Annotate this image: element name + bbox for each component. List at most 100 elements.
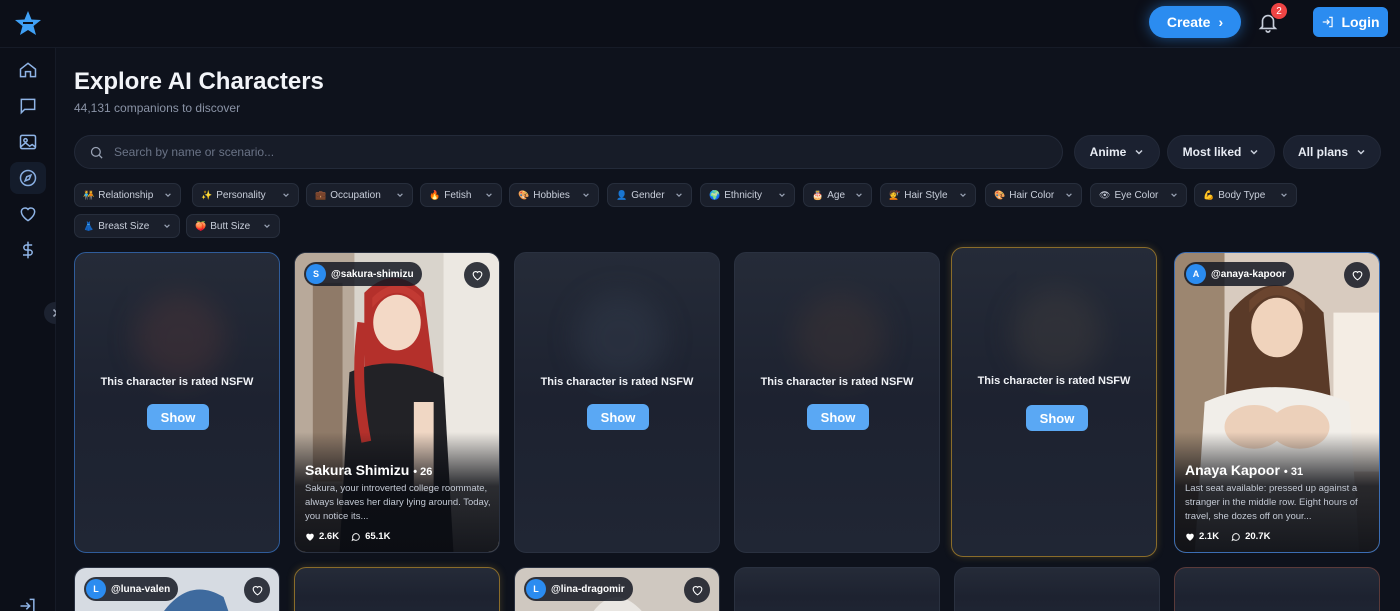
filter-chip-relationship[interactable]: 🧑‍🤝‍🧑 Relationship [74,183,181,207]
page-subtitle: 44,131 companions to discover [74,101,241,115]
filter-chip-label: Personality [216,189,266,201]
character-card-sakura-shimizu[interactable]: S @sakura-shimizu Sakura Shimizu • 26 Sak… [294,252,500,553]
likes-count: 2.6K [319,531,340,542]
filter-emoji-icon: 💼 [315,189,327,200]
page-title: Explore AI Characters [74,68,324,95]
character-card-nsfw[interactable] [294,567,500,611]
filter-chip-eye-color[interactable]: 👁 Eye Color [1090,183,1187,207]
character-card-nsfw[interactable]: This character is rated NSFW Show [74,252,280,553]
creator-handle[interactable]: S @sakura-shimizu [304,262,422,286]
show-nsfw-button[interactable]: Show [147,404,209,430]
character-name-text: Anaya Kapoor [1185,462,1280,478]
chevron-down-icon [779,193,785,198]
login-button[interactable]: Login [1313,7,1388,37]
create-button[interactable]: Create › [1149,6,1241,38]
filter-chip-hair-color[interactable]: 🎨 Hair Color [985,183,1082,207]
chevron-down-icon [583,193,589,198]
show-nsfw-button[interactable]: Show [587,404,649,430]
chevron-down-icon [264,224,270,229]
favorite-button[interactable] [1344,262,1370,288]
chevron-down-icon [1135,149,1143,155]
filter-chip-label: Hair Style [904,189,948,201]
character-card-nsfw[interactable]: This character is rated NSFW Show [514,252,720,553]
character-card-nsfw[interactable] [954,567,1160,611]
chevron-down-icon [486,193,492,198]
plan-dropdown[interactable]: All plans [1283,135,1381,169]
show-nsfw-button[interactable]: Show [807,404,869,430]
character-age: • 26 [413,466,433,478]
heart-icon[interactable] [18,204,38,224]
filter-chip-butt-size[interactable]: 🍑 Butt Size [186,214,280,238]
filter-chip-hobbies[interactable]: 🎨 Hobbies [509,183,599,207]
filter-emoji-icon: 🎨 [994,189,1006,200]
filter-emoji-icon: 🌍 [709,189,721,200]
chevron-down-icon [164,224,170,229]
character-name-text: Sakura Shimizu [305,462,410,478]
character-card-nsfw[interactable]: This character is rated NSFW Show [734,252,940,553]
character-card-nsfw[interactable] [734,567,940,611]
character-description: Last seat available: pressed up against … [1185,483,1358,522]
filter-chip-occupation[interactable]: 💼 Occupation [306,183,413,207]
heart-icon [692,585,702,595]
character-stats: 2.1K 20.7K [1185,531,1270,542]
search-bar[interactable] [74,135,1063,169]
home-icon[interactable] [18,60,38,80]
filter-chip-label: Occupation [330,189,381,201]
filter-chip-breast-size[interactable]: 👗 Breast Size [74,214,180,238]
chat-icon[interactable] [18,96,38,116]
filter-chip-fetish[interactable]: 🔥 Fetish [420,183,502,207]
filter-chip-age[interactable]: 🎂 Age [803,183,872,207]
character-name: Sakura Shimizu • 26 [305,462,432,478]
creator-handle[interactable]: L @lina-dragomir [524,577,633,601]
filter-chip-body-type[interactable]: 💪 Body Type [1194,183,1297,207]
character-card-nsfw[interactable] [1174,567,1380,611]
notification-badge: 2 [1271,3,1287,19]
creator-handle[interactable]: L @luna-valen [84,577,179,601]
filter-chip-hair-style[interactable]: 💇 Hair Style [880,183,976,207]
nsfw-notice: This character is rated NSFW [760,376,914,388]
dollar-icon[interactable] [18,240,38,260]
favorite-button[interactable] [684,577,710,603]
show-nsfw-button[interactable]: Show [1026,405,1088,431]
character-card-nsfw[interactable]: This character is rated NSFW Show [951,247,1157,557]
chats-stat: 65.1K [351,531,390,542]
nsfw-notice: This character is rated NSFW [100,376,254,388]
heart-icon [1352,270,1362,280]
filter-chip-personality[interactable]: ✨ Personality [192,183,299,207]
blurred-preview [575,293,665,383]
logo-star-icon[interactable] [14,10,42,36]
character-card-anaya-kapoor[interactable]: A @anaya-kapoor Anaya Kapoor • 31 Last se… [1174,252,1380,553]
heart-icon [252,585,262,595]
creator-handle-text: @sakura-shimizu [331,268,414,280]
filter-emoji-icon: 👤 [616,189,628,200]
filter-emoji-icon: 🧑‍🤝‍🧑 [83,189,95,200]
active-nav-highlight [10,162,46,194]
favorite-button[interactable] [244,577,270,603]
character-age: • 31 [1283,466,1304,478]
filter-emoji-icon: ✨ [201,189,213,200]
creator-handle[interactable]: A @anaya-kapoor [1184,262,1294,286]
sign-in-icon[interactable] [18,596,38,611]
image-icon[interactable] [18,132,38,152]
character-stats: 2.6K 65.1K [305,531,390,542]
filter-emoji-icon: 🎨 [518,189,530,200]
heart-filled-icon [306,533,314,541]
search-input[interactable] [114,145,1014,159]
creator-handle-text: @lina-dragomir [551,583,625,595]
character-card-luna-valen[interactable]: L @luna-valen [74,567,280,611]
login-icon [1323,16,1334,28]
filter-chip-ethnicity[interactable]: 🌍 Ethnicity [700,183,795,207]
likes-count: 2.1K [1199,531,1220,542]
favorite-button[interactable] [464,262,490,288]
chevron-down-icon [856,193,862,198]
character-card-lina-dragomir[interactable]: L @lina-dragomir [514,567,720,611]
sort-dropdown[interactable]: Most liked [1167,135,1275,169]
filter-chip-gender[interactable]: 👤 Gender [607,183,692,207]
filter-emoji-icon: 🎂 [812,189,824,200]
chevron-down-icon [1171,193,1177,198]
blurred-preview [135,293,225,383]
style-dropdown[interactable]: Anime [1074,135,1160,169]
chevron-down-icon [165,193,171,198]
likes-stat: 2.6K [305,531,339,542]
chevron-down-icon [283,193,289,198]
